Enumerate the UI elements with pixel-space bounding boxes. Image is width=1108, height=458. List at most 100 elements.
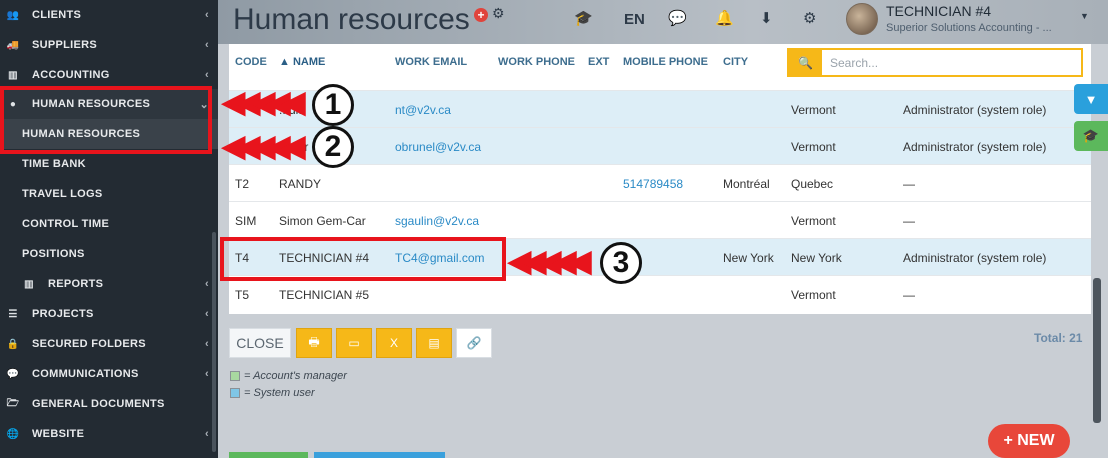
top-header: Human resources + ⚙ 🎓 EN 💬 🔔 ⬇ ⚙ TECHNIC… (218, 0, 1108, 44)
column-header-work-email[interactable]: WORK EMAIL (395, 56, 467, 68)
chart-icon: ▥ (8, 69, 18, 81)
sidebar-item-label: CLIENTS (32, 9, 82, 21)
highlight-box-row (220, 237, 506, 281)
bottom-button-blue[interactable] (314, 452, 445, 458)
chart-icon: ▥ (24, 278, 34, 290)
search-icon[interactable]: 🔍 (789, 50, 822, 75)
cell-province: Vermont (791, 140, 836, 154)
language-toggle[interactable]: EN (624, 11, 645, 28)
sidebar-item-label: GENERAL DOCUMENTS (32, 398, 165, 410)
sidebar-item-label: TIME BANK (22, 158, 86, 170)
cell-province: Quebec (791, 177, 834, 191)
sidebar-item-label: PROJECTS (32, 308, 94, 320)
id-card-button[interactable]: ▭ (336, 328, 372, 358)
gear-icon[interactable]: ⚙ (492, 5, 505, 22)
add-icon[interactable]: + (474, 8, 488, 22)
caret-down-icon[interactable]: ▼ (1080, 11, 1089, 21)
new-button[interactable]: + NEW (988, 424, 1070, 458)
cell-province: Vermont (791, 288, 836, 302)
pdf-icon: ▤ (428, 336, 440, 350)
graduation-cap-icon[interactable]: 🎓 (574, 9, 593, 27)
chevron-left-icon: ‹ (205, 308, 209, 320)
excel-export-button[interactable]: X (376, 328, 412, 358)
sidebar-item-communications[interactable]: 💬 COMMUNICATIONS ‹ (0, 359, 218, 389)
cell-role: — (903, 288, 915, 302)
sidebar-subitem-control-time[interactable]: CONTROL TIME (0, 209, 218, 239)
sidebar: 👥 CLIENTS ‹ 🚚 SUPPLIERS ‹ ▥ ACCOUNTING ‹… (0, 0, 218, 458)
total-count: Total: 21 (1034, 331, 1083, 345)
list-icon: ☰ (8, 308, 18, 320)
graduation-cap-icon: 🎓 (1082, 128, 1100, 143)
cell-email[interactable]: nt@v2v.ca (395, 103, 451, 117)
bottom-button-green[interactable] (229, 452, 308, 458)
chevron-left-icon: ‹ (205, 278, 209, 290)
search-input[interactable] (822, 50, 1062, 75)
cell-name: RANDY (279, 177, 322, 191)
cell-name: TECHNICIAN #5 (279, 288, 370, 302)
user-company[interactable]: Superior Solutions Accounting - ... (886, 22, 1052, 34)
sidebar-item-secured-folders[interactable]: 🔒 SECURED FOLDERS ‹ (0, 329, 218, 359)
legend-label: = System user (244, 387, 315, 399)
cell-mobile[interactable]: 514789458 (623, 177, 683, 191)
sidebar-subitem-travel-logs[interactable]: TRAVEL LOGS (0, 179, 218, 209)
callout-arrows-3: ◀◀◀◀◀ (508, 245, 591, 278)
sidebar-item-label: POSITIONS (22, 248, 85, 260)
cell-role: Administrator (system role) (903, 140, 1047, 154)
table-row[interactable]: SIM Simon Gem-Car sgaulin@v2v.ca Vermont… (229, 201, 1091, 238)
callout-number-3: 3 (600, 242, 642, 284)
user-name[interactable]: TECHNICIAN #4 (886, 3, 991, 19)
callout-number-2: 2 (312, 126, 354, 168)
column-header-ext[interactable]: EXT (588, 56, 609, 68)
column-header-name[interactable]: ▲ NAME (279, 56, 325, 68)
column-header-mobile-phone[interactable]: MOBILE PHONE (623, 56, 708, 68)
table-row[interactable]: T2 RANDY 514789458 Montréal Quebec — (229, 164, 1091, 201)
sidebar-subitem-positions[interactable]: POSITIONS (0, 239, 218, 269)
cell-email[interactable]: obrunel@v2v.ca (395, 140, 481, 154)
sidebar-scrollbar[interactable] (212, 232, 216, 452)
print-button[interactable]: 🖶 (296, 328, 332, 358)
pdf-export-button[interactable]: ▤ (416, 328, 452, 358)
comments-icon: 💬 (6, 368, 20, 380)
legend-label: = Account's manager (244, 370, 347, 382)
sidebar-item-projects[interactable]: ☰ PROJECTS ‹ (0, 299, 218, 329)
legend-swatch-manager (230, 371, 240, 381)
cell-province: Vermont (791, 103, 836, 117)
excel-icon: X (389, 336, 398, 350)
callout-arrows-2: ◀◀◀◀◀ (222, 130, 305, 163)
chat-icon[interactable]: 💬 (668, 9, 687, 27)
sidebar-item-label: CONTROL TIME (22, 218, 110, 230)
table-row[interactable]: ...vier obrunel@v2v.ca Vermont Administr… (229, 127, 1091, 164)
sidebar-item-suppliers[interactable]: 🚚 SUPPLIERS ‹ (0, 30, 218, 60)
page-scrollbar[interactable] (1093, 278, 1101, 423)
sidebar-item-general-documents[interactable]: 🗁 GENERAL DOCUMENTS (0, 389, 218, 419)
filter-tab[interactable]: ▼ (1074, 84, 1108, 114)
chevron-left-icon: ‹ (205, 428, 209, 440)
cell-role: — (903, 177, 915, 191)
lock-icon: 🔒 (6, 338, 20, 350)
callout-number-1: 1 (312, 84, 354, 126)
page-title: Human resources (233, 3, 470, 36)
bell-icon[interactable]: 🔔 (715, 9, 734, 27)
close-button[interactable]: CLOSE (229, 328, 291, 358)
sidebar-item-website[interactable]: 🌐 WEBSITE ‹ (0, 419, 218, 449)
column-header-code[interactable]: CODE (235, 56, 267, 68)
link-button[interactable]: 🔗 (456, 328, 492, 358)
avatar[interactable] (846, 3, 878, 35)
table-row[interactable]: ...dia nt@v2v.ca Vermont Administrator (… (229, 90, 1091, 127)
column-header-work-phone[interactable]: WORK PHONE (498, 56, 575, 68)
legend-manager: = Account's manager (230, 370, 347, 382)
globe-icon: 🌐 (6, 428, 20, 440)
callout-arrows-1: ◀◀◀◀◀ (222, 86, 305, 119)
settings-icon[interactable]: ⚙ (803, 9, 816, 27)
sidebar-item-clients[interactable]: 👥 CLIENTS ‹ (0, 0, 218, 30)
sidebar-item-label: WEBSITE (32, 428, 85, 440)
cell-city: Montréal (723, 177, 770, 191)
sidebar-item-label: SECURED FOLDERS (32, 338, 146, 350)
sidebar-subitem-reports[interactable]: ▥ REPORTS ‹ (0, 269, 218, 299)
column-header-city[interactable]: CITY (723, 56, 748, 68)
cell-code: T2 (235, 177, 250, 191)
download-icon[interactable]: ⬇ (760, 9, 773, 27)
legend-swatch-system-user (230, 388, 240, 398)
cell-email[interactable]: sgaulin@v2v.ca (395, 214, 479, 228)
training-tab[interactable]: 🎓 (1074, 121, 1108, 151)
